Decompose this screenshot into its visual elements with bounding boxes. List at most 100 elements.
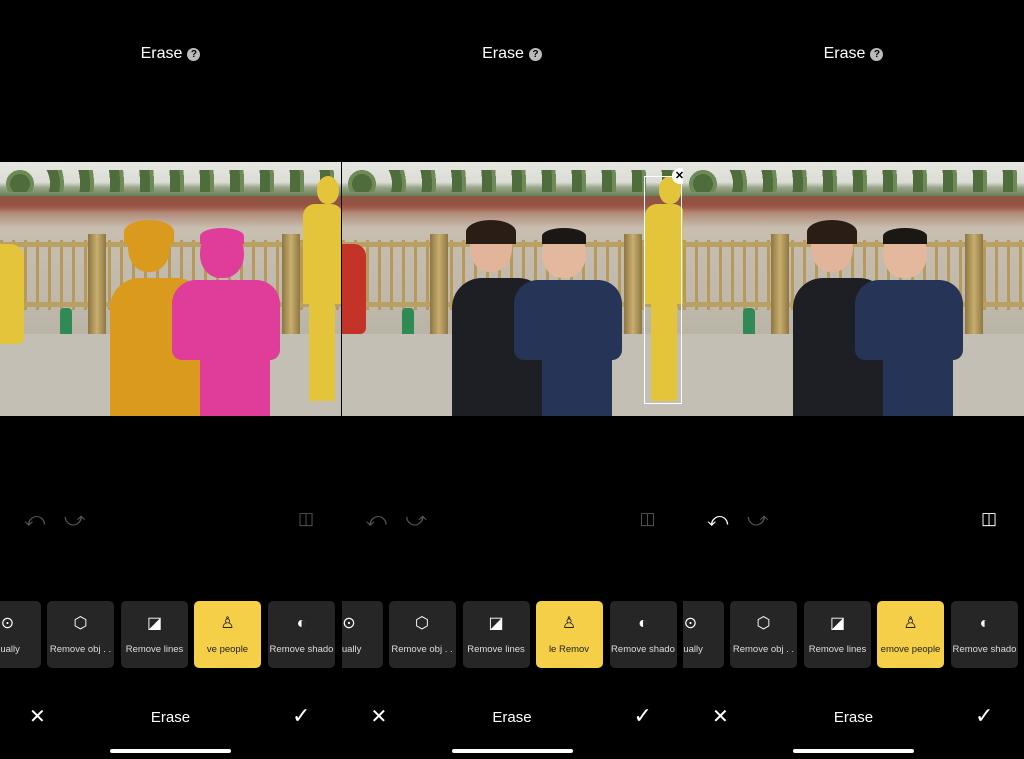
tool-label: nually bbox=[683, 644, 703, 655]
tool-carousel[interactable]: ⊙ nually ⬡ Remove obj . . ◪ Remove lines… bbox=[341, 601, 683, 668]
bystander-legs bbox=[309, 301, 335, 401]
tool-label: Remove shado bbox=[952, 644, 1017, 655]
tool-label: ve people bbox=[206, 644, 249, 655]
bottom-title: Erase bbox=[833, 709, 874, 726]
child-legs bbox=[200, 358, 270, 416]
home-indicator[interactable] bbox=[110, 749, 231, 753]
left-bystander-red bbox=[341, 244, 366, 334]
trees bbox=[341, 170, 683, 192]
fence-post bbox=[965, 234, 983, 334]
shadow-icon: ◐ bbox=[979, 615, 990, 632]
undo-icon[interactable]: ⤺ bbox=[707, 510, 728, 530]
child-hair bbox=[200, 228, 244, 244]
tool-remove-shadows[interactable]: ◐ Remove shado bbox=[609, 601, 677, 668]
title-text: Erase bbox=[482, 45, 524, 62]
woman-hair bbox=[807, 220, 857, 244]
tool-remove-people[interactable]: ♙ emove people bbox=[877, 601, 944, 668]
redo-icon[interactable]: ⤻ bbox=[747, 510, 768, 530]
slash-square-icon: ◪ bbox=[488, 615, 504, 632]
confirm-button[interactable]: ✓ bbox=[634, 705, 652, 727]
compare-icon[interactable]: ◫ bbox=[981, 509, 997, 529]
fence-post bbox=[282, 234, 300, 334]
title-text: Erase bbox=[823, 45, 866, 62]
screen-1: Erase? ⤺ ⤻ ◫ ⊙ nually ⬡ Remove obj . . bbox=[0, 0, 341, 759]
page-title: Erase? bbox=[683, 45, 1024, 63]
tool-remove-people[interactable]: ♙ le Remov bbox=[535, 601, 603, 668]
tool-manually[interactable]: ⊙ nually bbox=[341, 601, 383, 668]
confirm-button[interactable]: ✓ bbox=[292, 705, 310, 727]
left-bystander-mask[interactable] bbox=[0, 244, 24, 344]
screen-3: Erase? ⤺ ⤻ ◫ ⊙ nually ⬡ Remove obj . . ◪… bbox=[683, 0, 1024, 759]
redo-icon[interactable]: ⤻ bbox=[406, 510, 427, 530]
tool-remove-shadows[interactable]: ◐ Remove shado bbox=[951, 601, 1018, 668]
woman-hair bbox=[465, 220, 516, 244]
tool-remove-obj[interactable]: ⬡ Remove obj . . bbox=[388, 601, 456, 668]
child-figure[interactable] bbox=[172, 228, 282, 416]
child-hair bbox=[541, 228, 586, 244]
bottom-title: Erase bbox=[150, 709, 191, 726]
undo-icon[interactable]: ⤺ bbox=[24, 510, 45, 530]
undo-icon[interactable]: ⤺ bbox=[366, 510, 387, 530]
red-wall bbox=[683, 196, 1024, 206]
photo-canvas[interactable] bbox=[683, 162, 1024, 416]
tool-label: Remove lines bbox=[467, 644, 525, 655]
selection-box[interactable] bbox=[643, 176, 682, 404]
target-icon: ⊙ bbox=[683, 615, 698, 632]
tool-remove-obj[interactable]: ⬡ Remove obj . . bbox=[730, 601, 797, 668]
red-wall bbox=[0, 196, 341, 206]
tool-label: Remove shado bbox=[269, 644, 334, 655]
photo-canvas[interactable]: ✕ bbox=[341, 162, 683, 416]
target-icon: ⊙ bbox=[0, 615, 15, 632]
page-title: Erase? bbox=[0, 45, 341, 63]
bottom-title: Erase bbox=[492, 709, 532, 726]
person-icon: ♙ bbox=[220, 615, 235, 632]
bystander-figure[interactable] bbox=[303, 176, 341, 406]
tool-remove-lines[interactable]: ◪ Remove lines bbox=[462, 601, 530, 668]
fence-post bbox=[429, 234, 448, 334]
page-title: Erase? bbox=[342, 45, 683, 63]
person-icon: ♙ bbox=[561, 615, 577, 632]
tool-label: le Remov bbox=[548, 644, 590, 655]
woman-hair bbox=[124, 220, 174, 244]
tool-label: Remove lines bbox=[125, 644, 184, 655]
tool-label: Remove lines bbox=[808, 644, 867, 655]
fence-post bbox=[771, 234, 789, 334]
tool-label: Remove shado bbox=[611, 644, 675, 655]
tool-manually[interactable]: ⊙ nually bbox=[0, 601, 41, 668]
child-body bbox=[172, 280, 280, 360]
help-icon[interactable]: ? bbox=[528, 48, 542, 61]
help-icon[interactable]: ? bbox=[870, 48, 884, 61]
child-body bbox=[513, 280, 622, 360]
trees bbox=[683, 170, 1024, 192]
slash-square-icon: ◪ bbox=[829, 615, 846, 632]
compare-icon[interactable]: ◫ bbox=[640, 509, 656, 529]
tool-remove-people[interactable]: ♙ ve people bbox=[194, 601, 261, 668]
target-icon: ⊙ bbox=[342, 615, 356, 632]
confirm-button[interactable]: ✓ bbox=[975, 705, 993, 727]
home-indicator[interactable] bbox=[451, 749, 573, 753]
tool-remove-lines[interactable]: ◪ Remove lines bbox=[121, 601, 188, 668]
redo-icon[interactable]: ⤻ bbox=[64, 510, 85, 530]
photo-canvas[interactable] bbox=[0, 162, 341, 416]
person-icon: ♙ bbox=[903, 615, 918, 632]
tool-remove-lines[interactable]: ◪ Remove lines bbox=[804, 601, 871, 668]
help-icon[interactable]: ? bbox=[187, 48, 201, 61]
home-indicator[interactable] bbox=[793, 749, 914, 753]
child-legs bbox=[541, 358, 612, 416]
fence-post bbox=[623, 234, 642, 334]
tool-remove-shadows[interactable]: ◐ Remove shado bbox=[268, 601, 335, 668]
slash-square-icon: ◪ bbox=[146, 615, 163, 632]
tool-carousel[interactable]: ⊙ nually ⬡ Remove obj . . ◪ Remove lines… bbox=[683, 601, 1024, 668]
tool-manually[interactable]: ⊙ nually bbox=[683, 601, 724, 668]
tool-remove-obj[interactable]: ⬡ Remove obj . . bbox=[47, 601, 114, 668]
bystander-head bbox=[317, 176, 339, 204]
tool-label: nually bbox=[0, 644, 20, 655]
child-figure bbox=[513, 228, 624, 416]
shadow-icon: ◐ bbox=[638, 615, 648, 632]
child-body bbox=[855, 280, 963, 360]
fence-post bbox=[88, 234, 106, 334]
tool-carousel[interactable]: ⊙ nually ⬡ Remove obj . . ◪ Remove lines… bbox=[0, 601, 341, 668]
red-wall bbox=[341, 196, 683, 206]
compare-icon[interactable]: ◫ bbox=[298, 509, 314, 529]
child-legs bbox=[883, 358, 953, 416]
